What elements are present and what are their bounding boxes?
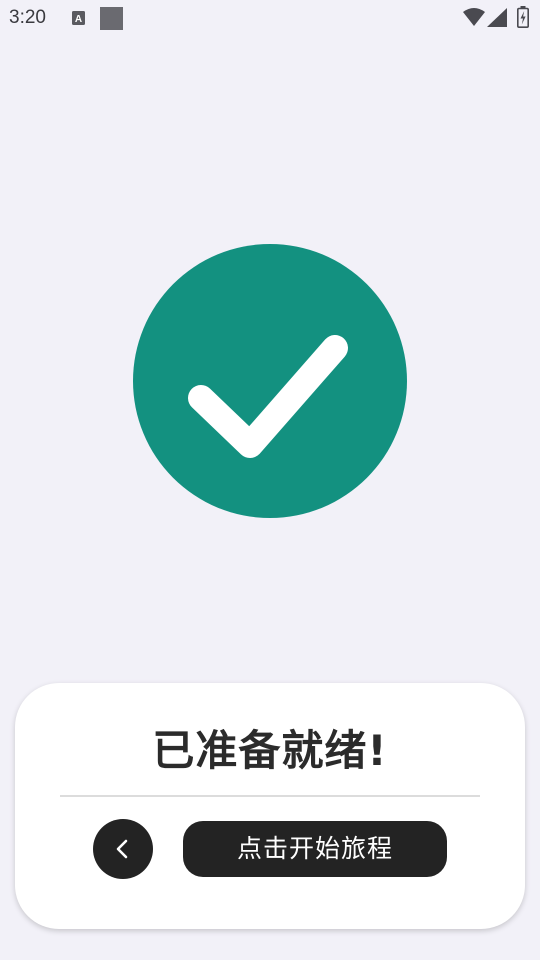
card-divider: [60, 795, 480, 797]
ready-card: 已准备就绪! 点击开始旅程: [15, 683, 525, 929]
battery-charging-icon: [517, 6, 529, 28]
status-time: 3:20: [9, 7, 46, 28]
status-bar: 3:20 A: [0, 0, 540, 36]
ready-title: 已准备就绪!: [152, 726, 388, 775]
signal-icon: [487, 8, 507, 27]
start-journey-button[interactable]: 点击开始旅程: [183, 821, 447, 877]
success-badge: [133, 244, 407, 518]
back-button[interactable]: [93, 819, 153, 879]
a-keyboard-icon: A: [72, 11, 85, 25]
chevron-left-icon: [116, 839, 128, 859]
wifi-icon: [463, 8, 485, 26]
svg-text:A: A: [75, 14, 82, 25]
square-notification-icon: [100, 7, 123, 30]
